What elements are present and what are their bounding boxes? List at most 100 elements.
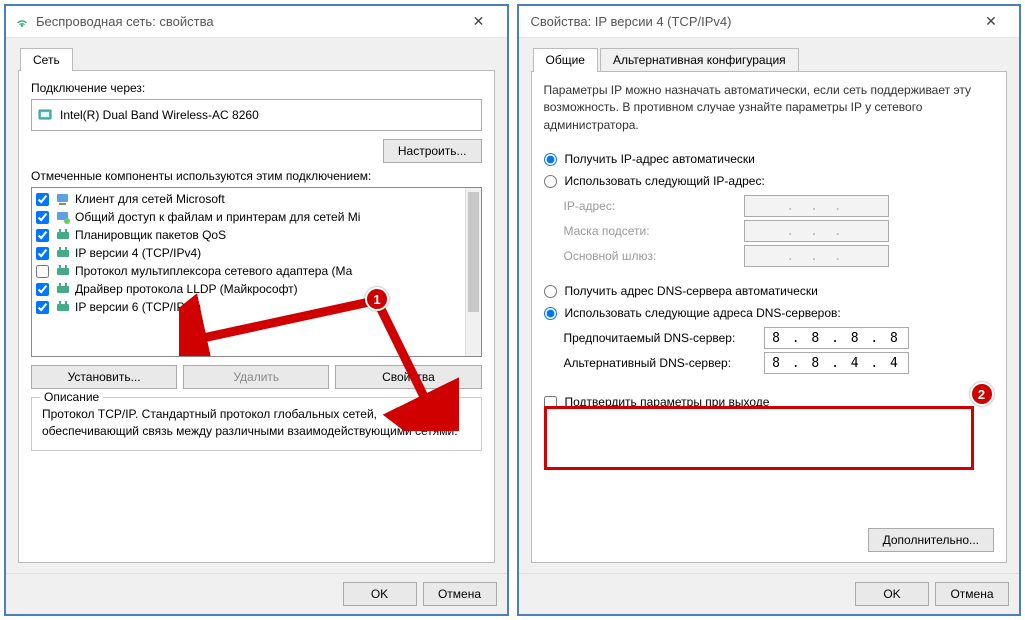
description-text: Протокол TCP/IP. Стандартный протокол гл… bbox=[42, 406, 471, 440]
radio-dns-auto-input[interactable] bbox=[544, 285, 557, 298]
validate-label: Подтвердить параметры при выходе bbox=[565, 395, 770, 409]
wifi-icon bbox=[14, 14, 30, 30]
cancel-button[interactable]: Отмена bbox=[935, 582, 1009, 606]
subnet-input[interactable]: . . . bbox=[744, 220, 889, 242]
field-subnet: Маска подсети: . . . bbox=[564, 220, 995, 242]
network-properties-window: Беспроводная сеть: свойства ✕ Сеть Подкл… bbox=[4, 4, 509, 616]
ip-address-label: IP-адрес: bbox=[564, 199, 744, 213]
dialog-buttons-left: OK Отмена bbox=[6, 573, 507, 614]
radio-dns-auto[interactable]: Получить адрес DNS-сервера автоматически bbox=[544, 284, 995, 298]
field-gateway: Основной шлюз: . . . bbox=[564, 245, 995, 267]
description-group: Описание Протокол TCP/IP. Стандартный пр… bbox=[31, 397, 482, 451]
radio-ip-manual-label: Использовать следующий IP-адрес: bbox=[565, 174, 765, 188]
validate-checkbox-row[interactable]: Подтвердить параметры при выходе bbox=[544, 395, 995, 409]
dns-pref-label: Предпочитаемый DNS-сервер: bbox=[564, 331, 764, 345]
radio-dns-manual-label: Использовать следующие адреса DNS-сервер… bbox=[565, 306, 841, 320]
adapter-icon bbox=[38, 107, 54, 123]
description-title: Описание bbox=[40, 390, 103, 404]
field-ip-address: IP-адрес: . . . bbox=[564, 195, 995, 217]
list-item[interactable]: IP версии 4 (TCP/IPv4) bbox=[32, 244, 481, 262]
radio-ip-auto-input[interactable] bbox=[544, 153, 557, 166]
ip-address-input[interactable]: . . . bbox=[744, 195, 889, 217]
component-checkbox[interactable] bbox=[36, 193, 49, 206]
adapter-name: Intel(R) Dual Band Wireless-AC 8260 bbox=[60, 108, 259, 122]
properties-button[interactable]: Свойства bbox=[335, 365, 481, 389]
radio-dns-manual-input[interactable] bbox=[544, 307, 557, 320]
remove-button[interactable]: Удалить bbox=[183, 365, 329, 389]
gateway-label: Основной шлюз: bbox=[564, 249, 744, 263]
component-label: Планировщик пакетов QoS bbox=[75, 228, 226, 242]
component-label: Клиент для сетей Microsoft bbox=[75, 192, 225, 206]
list-item[interactable]: Клиент для сетей Microsoft bbox=[32, 190, 481, 208]
component-label: IP версии 6 (TCP/IPv6) bbox=[75, 300, 201, 314]
list-item[interactable]: Драйвер протокола LLDP (Майкрософт) bbox=[32, 280, 481, 298]
component-label: Драйвер протокола LLDP (Майкрософт) bbox=[75, 282, 298, 296]
component-checkbox[interactable] bbox=[36, 265, 49, 278]
component-label: Общий доступ к файлам и принтерам для се… bbox=[75, 210, 360, 224]
connect-via-label: Подключение через: bbox=[31, 81, 482, 95]
window-title: Беспроводная сеть: свойства bbox=[36, 14, 459, 29]
component-checkbox[interactable] bbox=[36, 247, 49, 260]
field-dns-pref: Предпочитаемый DNS-сервер: 8 . 8 . 8 . 8 bbox=[564, 327, 995, 349]
tab-general[interactable]: Общие bbox=[533, 48, 598, 72]
radio-ip-auto[interactable]: Получить IP-адрес автоматически bbox=[544, 152, 995, 166]
field-dns-alt: Альтернативный DNS-сервер: 8 . 8 . 4 . 4 bbox=[564, 352, 995, 374]
component-checkbox[interactable] bbox=[36, 229, 49, 242]
proto-icon bbox=[55, 299, 71, 315]
list-item[interactable]: IP версии 6 (TCP/IPv6) bbox=[32, 298, 481, 316]
radio-ip-manual-input[interactable] bbox=[544, 175, 557, 188]
close-button[interactable]: ✕ bbox=[459, 8, 499, 36]
list-item[interactable]: Общий доступ к файлам и принтерам для се… bbox=[32, 208, 481, 226]
annotation-badge-1: 1 bbox=[365, 287, 389, 311]
radio-dns-auto-label: Получить адрес DNS-сервера автоматически bbox=[565, 284, 818, 298]
install-button[interactable]: Установить... bbox=[31, 365, 177, 389]
components-label: Отмеченные компоненты используются этим … bbox=[31, 169, 482, 183]
advanced-button[interactable]: Дополнительно... bbox=[868, 528, 994, 552]
components-listbox[interactable]: Клиент для сетей Microsoft Общий доступ к… bbox=[31, 187, 482, 357]
proto-icon bbox=[55, 281, 71, 297]
client-icon bbox=[55, 191, 71, 207]
ok-button[interactable]: OK bbox=[855, 582, 929, 606]
annotation-badge-2: 2 bbox=[970, 382, 994, 406]
radio-ip-manual[interactable]: Использовать следующий IP-адрес: bbox=[544, 174, 995, 188]
dns-alt-input[interactable]: 8 . 8 . 4 . 4 bbox=[764, 352, 909, 374]
component-checkbox[interactable] bbox=[36, 301, 49, 314]
info-text: Параметры IP можно назначать автоматичес… bbox=[544, 82, 995, 134]
titlebar-right: Свойства: IP версии 4 (TCP/IPv4) ✕ bbox=[519, 6, 1020, 38]
radio-ip-auto-label: Получить IP-адрес автоматически bbox=[565, 152, 755, 166]
tabs-right: Общие Альтернативная конфигурация bbox=[531, 48, 1008, 72]
subnet-label: Маска подсети: bbox=[564, 224, 744, 238]
tabs-left: Сеть bbox=[18, 48, 495, 71]
component-label: Протокол мультиплексора сетевого адаптер… bbox=[75, 264, 352, 278]
dialog-buttons-right: OK Отмена bbox=[519, 573, 1020, 614]
ok-button[interactable]: OK bbox=[343, 582, 417, 606]
gateway-input[interactable]: . . . bbox=[744, 245, 889, 267]
proto-icon bbox=[55, 263, 71, 279]
list-item[interactable]: Планировщик пакетов QoS bbox=[32, 226, 481, 244]
scrollbar-thumb[interactable] bbox=[468, 192, 479, 312]
client-area-left: Сеть Подключение через: Intel(R) Dual Ba… bbox=[6, 38, 507, 573]
tab-alt-config[interactable]: Альтернативная конфигурация bbox=[600, 48, 799, 72]
share-icon bbox=[55, 209, 71, 225]
validate-checkbox[interactable] bbox=[544, 396, 557, 409]
component-checkbox[interactable] bbox=[36, 211, 49, 224]
tab-panel-general: Параметры IP можно назначать автоматичес… bbox=[531, 71, 1008, 563]
cancel-button[interactable]: Отмена bbox=[423, 582, 497, 606]
component-label: IP версии 4 (TCP/IPv4) bbox=[75, 246, 201, 260]
configure-button[interactable]: Настроить... bbox=[383, 139, 482, 163]
qos-icon bbox=[55, 227, 71, 243]
scrollbar[interactable] bbox=[465, 188, 481, 356]
tab-network[interactable]: Сеть bbox=[20, 48, 73, 71]
list-item[interactable]: Протокол мультиплексора сетевого адаптер… bbox=[32, 262, 481, 280]
component-checkbox[interactable] bbox=[36, 283, 49, 296]
titlebar-left: Беспроводная сеть: свойства ✕ bbox=[6, 6, 507, 38]
window-title: Свойства: IP версии 4 (TCP/IPv4) bbox=[531, 14, 972, 29]
adapter-box: Intel(R) Dual Band Wireless-AC 8260 bbox=[31, 99, 482, 131]
ipv4-properties-window: Свойства: IP версии 4 (TCP/IPv4) ✕ Общие… bbox=[517, 4, 1022, 616]
tab-panel-network: Подключение через: Intel(R) Dual Band Wi… bbox=[18, 70, 495, 563]
radio-dns-manual[interactable]: Использовать следующие адреса DNS-сервер… bbox=[544, 306, 995, 320]
client-area-right: Общие Альтернативная конфигурация Параме… bbox=[519, 38, 1020, 573]
close-button[interactable]: ✕ bbox=[971, 8, 1011, 36]
dns-alt-label: Альтернативный DNS-сервер: bbox=[564, 356, 764, 370]
dns-pref-input[interactable]: 8 . 8 . 8 . 8 bbox=[764, 327, 909, 349]
